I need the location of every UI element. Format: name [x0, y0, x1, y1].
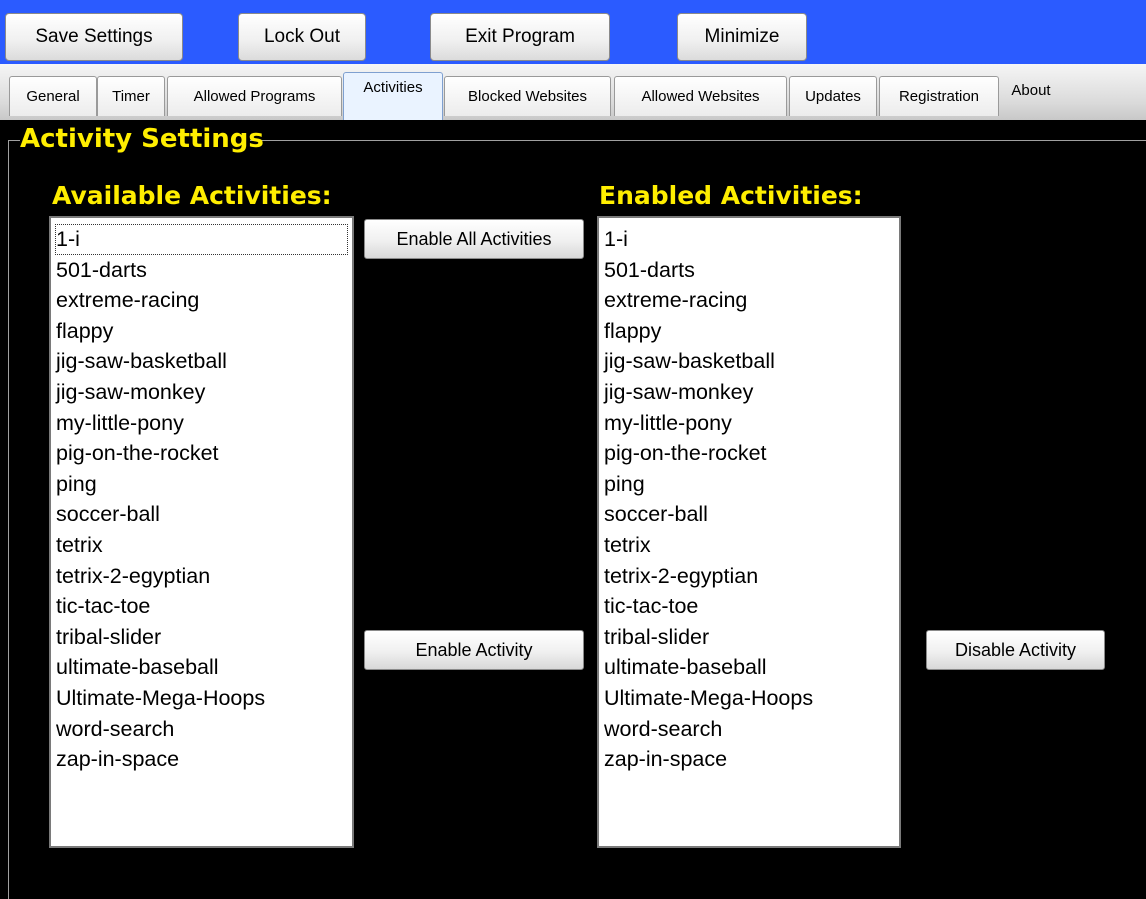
list-item[interactable]: tribal-slider [603, 622, 899, 653]
disable-activity-button[interactable]: Disable Activity [926, 630, 1105, 670]
lock-out-button[interactable]: Lock Out [238, 13, 366, 61]
list-item[interactable]: jig-saw-basketball [55, 346, 352, 377]
list-item[interactable]: pig-on-the-rocket [55, 438, 352, 469]
list-item[interactable]: Ultimate-Mega-Hoops [603, 683, 899, 714]
group-frame-top [250, 140, 1146, 141]
group-frame-tick [8, 140, 20, 141]
minimize-button[interactable]: Minimize [677, 13, 807, 61]
list-item[interactable]: tetrix [603, 530, 899, 561]
tab-bar: General Timer Allowed Programs Activitie… [0, 64, 1146, 121]
tab-timer[interactable]: Timer [97, 76, 165, 116]
list-item[interactable]: 1-i [603, 224, 899, 255]
tab-blocked-websites[interactable]: Blocked Websites [444, 76, 611, 116]
save-settings-button[interactable]: Save Settings [5, 13, 183, 61]
tab-registration[interactable]: Registration [879, 76, 999, 116]
list-item[interactable]: ultimate-baseball [603, 652, 899, 683]
list-item[interactable]: word-search [603, 714, 899, 745]
list-item[interactable]: flappy [603, 316, 899, 347]
list-item[interactable]: tetrix-2-egyptian [603, 561, 899, 592]
section-title: Activity Settings [20, 124, 264, 154]
list-item[interactable]: pig-on-the-rocket [603, 438, 899, 469]
list-item[interactable]: Ultimate-Mega-Hoops [55, 683, 352, 714]
exit-program-button[interactable]: Exit Program [430, 13, 610, 61]
enable-activity-button[interactable]: Enable Activity [364, 630, 584, 670]
list-item[interactable]: 501-darts [55, 255, 352, 286]
list-item[interactable]: tic-tac-toe [55, 591, 352, 622]
list-item[interactable]: jig-saw-basketball [603, 346, 899, 377]
list-item[interactable]: extreme-racing [603, 285, 899, 316]
list-item[interactable]: ping [603, 469, 899, 500]
tab-updates[interactable]: Updates [789, 76, 877, 116]
tab-allowed-programs[interactable]: Allowed Programs [167, 76, 342, 116]
list-item[interactable]: soccer-ball [603, 499, 899, 530]
list-item[interactable]: ping [55, 469, 352, 500]
list-item[interactable]: jig-saw-monkey [603, 377, 899, 408]
list-item[interactable]: jig-saw-monkey [55, 377, 352, 408]
list-item[interactable]: my-little-pony [603, 408, 899, 439]
tab-general[interactable]: General [9, 76, 97, 116]
list-item[interactable]: tetrix [55, 530, 352, 561]
list-item[interactable]: tribal-slider [55, 622, 352, 653]
enabled-activities-label: Enabled Activities: [599, 181, 863, 210]
available-activities-label: Available Activities: [52, 181, 332, 210]
list-item[interactable]: ultimate-baseball [55, 652, 352, 683]
tab-activities[interactable]: Activities [343, 72, 443, 120]
enabled-activities-list[interactable]: 1-i 501-darts extreme-racing flappy jig-saw-… [597, 216, 901, 848]
list-item[interactable]: soccer-ball [55, 499, 352, 530]
list-item[interactable]: zap-in-space [55, 744, 352, 775]
list-item[interactable]: zap-in-space [603, 744, 899, 775]
tab-allowed-websites[interactable]: Allowed Websites [614, 76, 787, 116]
list-item[interactable]: my-little-pony [55, 408, 352, 439]
list-item[interactable]: tic-tac-toe [603, 591, 899, 622]
list-item[interactable]: 501-darts [603, 255, 899, 286]
list-item[interactable]: word-search [55, 714, 352, 745]
available-activities-list[interactable]: 1-i 501-darts extreme-racing flappy jig-saw-… [49, 216, 354, 848]
list-item[interactable]: 1-i [55, 224, 348, 255]
list-item[interactable]: tetrix-2-egyptian [55, 561, 352, 592]
list-item[interactable]: extreme-racing [55, 285, 352, 316]
enable-all-activities-button[interactable]: Enable All Activities [364, 219, 584, 259]
list-item[interactable]: flappy [55, 316, 352, 347]
group-frame-left [8, 140, 9, 899]
main-toolbar: Save Settings Lock Out Exit Program Mini… [0, 0, 1146, 64]
tab-about[interactable]: About [1000, 76, 1062, 116]
